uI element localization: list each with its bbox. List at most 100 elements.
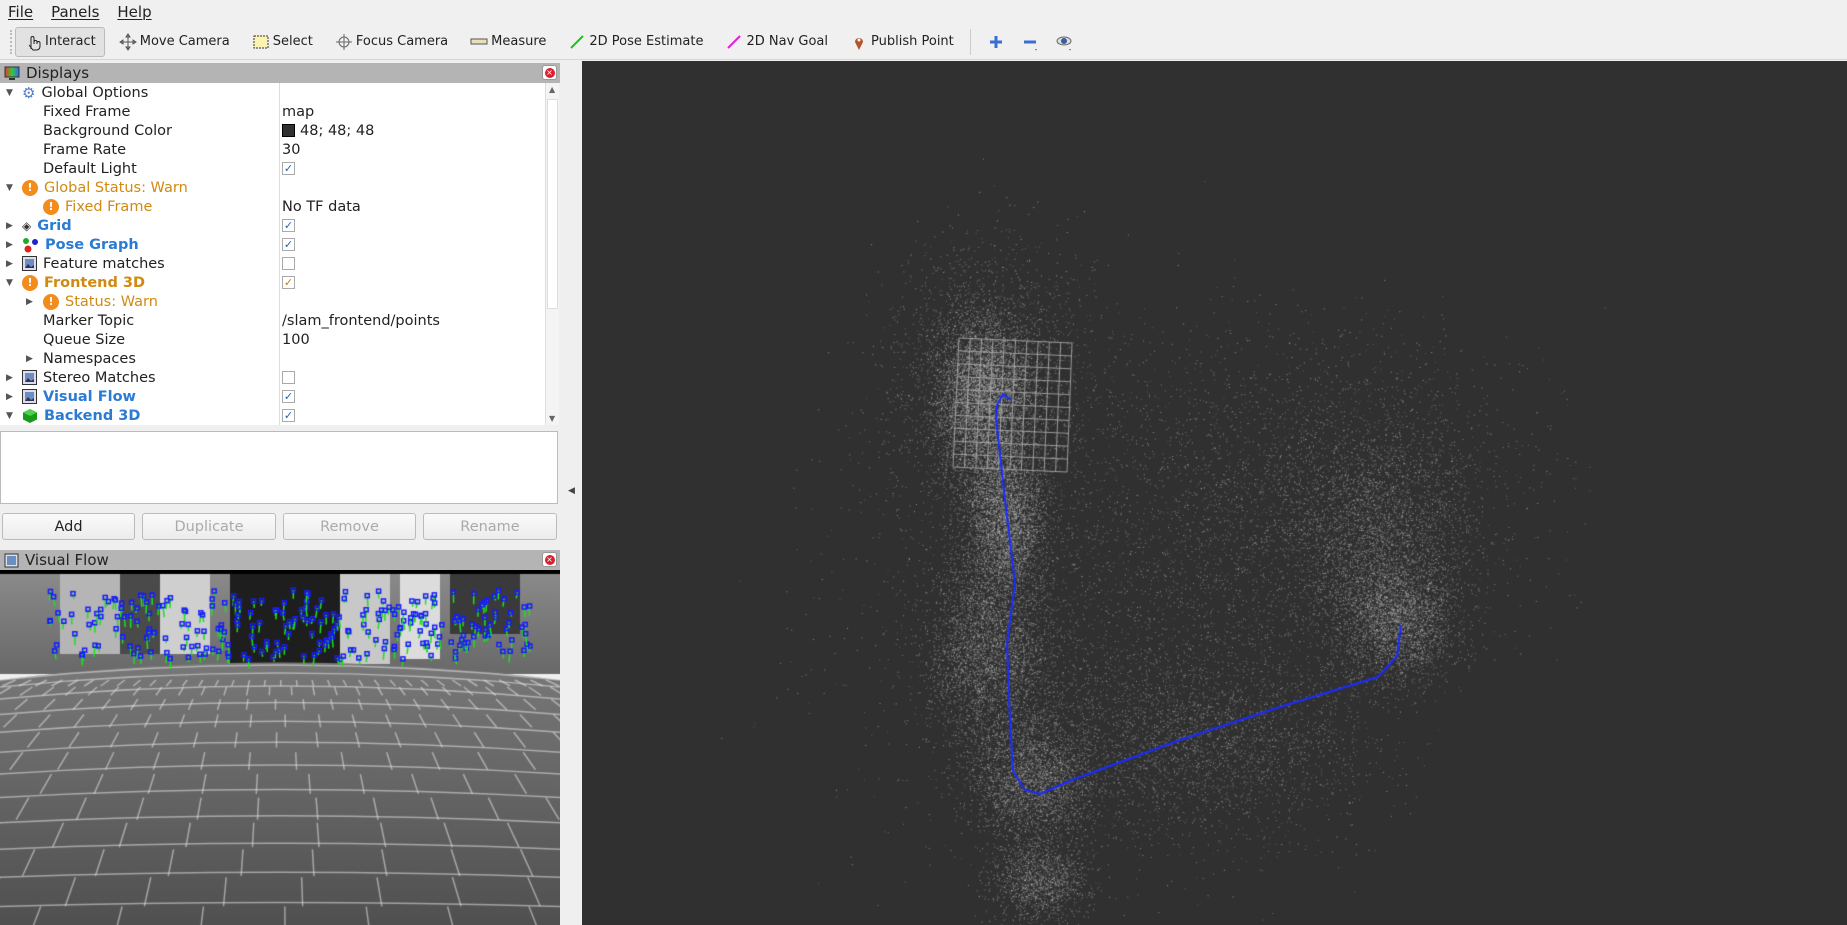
tool-2d-nav-goal[interactable]: 2D Nav Goal xyxy=(717,27,836,57)
close-visual-flow-button[interactable]: × xyxy=(542,552,557,567)
expand-arrow-right-icon[interactable]: ▶ xyxy=(6,259,13,269)
expand-arrow-down-icon[interactable]: ▼ xyxy=(6,411,13,421)
tree-row[interactable]: ▶ Pose Graph ✓ xyxy=(0,235,545,254)
row-label: Queue Size xyxy=(43,331,126,348)
menu-help[interactable]: Help xyxy=(117,3,151,21)
gear-icon: ⚙ xyxy=(22,83,36,102)
monitor-icon xyxy=(4,66,20,80)
row-label: Fixed Frame xyxy=(43,103,131,120)
enable-checkbox[interactable] xyxy=(282,257,295,270)
tree-row[interactable]: Background Color 48; 48; 48 xyxy=(0,121,545,140)
tree-row[interactable]: ▶ Visual Flow ✓ xyxy=(0,387,545,406)
expand-arrow-right-icon[interactable]: ▶ xyxy=(6,373,13,383)
row-value[interactable]: 30 xyxy=(282,142,300,158)
row-label: Background Color xyxy=(43,122,172,139)
row-value[interactable]: 100 xyxy=(282,332,310,348)
tree-row[interactable]: ▶ Feature matches xyxy=(0,254,545,273)
remove-button[interactable]: Remove xyxy=(283,513,416,540)
tool-move-camera[interactable]: Move Camera xyxy=(111,27,238,57)
expand-arrow-right-icon[interactable]: ▶ xyxy=(6,392,13,402)
ruler-icon xyxy=(470,38,488,44)
enable-checkbox[interactable]: ✓ xyxy=(282,162,295,175)
cube-icon xyxy=(23,408,37,423)
eye-icon xyxy=(1056,36,1072,50)
tree-row[interactable]: ▼ ⚙ Global Options xyxy=(0,83,545,102)
add-button[interactable]: Add xyxy=(2,513,135,540)
tree-row[interactable]: ! Fixed Frame No TF data xyxy=(0,197,545,216)
duplicate-button[interactable]: Duplicate xyxy=(142,513,276,540)
select-box-icon xyxy=(253,35,269,48)
enable-checkbox[interactable] xyxy=(282,371,295,384)
tree-row[interactable]: Fixed Frame map xyxy=(0,102,545,121)
displays-tree: ▼ ⚙ Global Options Fixed Frame map Background… xyxy=(0,83,545,425)
enable-checkbox[interactable]: ✓ xyxy=(282,390,295,403)
row-label: Grid xyxy=(37,217,72,234)
image-icon xyxy=(22,256,37,271)
row-label: Marker Topic xyxy=(43,312,135,329)
row-label: Global Status: Warn xyxy=(44,179,188,196)
expand-arrow-right-icon[interactable]: ▶ xyxy=(26,297,33,307)
expand-arrow-right-icon[interactable]: ▶ xyxy=(6,221,13,231)
expand-arrow-down-icon[interactable]: ▼ xyxy=(6,183,13,193)
row-label: Status: Warn xyxy=(65,293,158,310)
panel-splitter[interactable]: ◀ xyxy=(561,61,582,925)
row-value[interactable]: No TF data xyxy=(282,199,361,215)
warning-icon: ! xyxy=(43,198,59,215)
warning-icon: ! xyxy=(43,293,59,310)
tree-row[interactable]: ▶ Stereo Matches xyxy=(0,368,545,387)
tree-row[interactable]: ▼! Frontend 3D ✓ xyxy=(0,273,545,292)
tree-row[interactable]: Frame Rate 30 xyxy=(0,140,545,159)
enable-checkbox[interactable]: ✓ xyxy=(282,409,295,422)
row-label: Frame Rate xyxy=(43,141,127,158)
tree-row[interactable]: Queue Size 100 xyxy=(0,330,545,349)
view-options-button[interactable] xyxy=(1047,27,1081,57)
row-value[interactable]: /slam_frontend/points xyxy=(282,313,440,329)
expand-arrow-down-icon[interactable]: ▼ xyxy=(6,88,13,98)
expand-arrow-down-icon[interactable]: ▼ xyxy=(6,278,13,288)
tool-focus-camera[interactable]: Focus Camera xyxy=(327,27,456,57)
displays-scrollbar[interactable]: ▲ ▼ xyxy=(545,83,559,425)
remove-tool-button[interactable] xyxy=(1013,27,1047,57)
toolbar: Interact Move Camera Select Focus Camera Mea… xyxy=(0,24,1847,60)
tool-measure[interactable]: Measure xyxy=(462,27,554,57)
enable-checkbox[interactable]: ✓ xyxy=(282,219,295,232)
tree-row[interactable]: ▶ Namespaces xyxy=(0,349,545,368)
expand-arrow-right-icon[interactable]: ▶ xyxy=(6,240,13,250)
description-box xyxy=(0,431,558,504)
3d-render-view[interactable] xyxy=(582,61,1847,925)
close-icon: × xyxy=(544,554,555,565)
tree-row[interactable]: ▶! Status: Warn xyxy=(0,292,545,311)
tree-row[interactable]: ▼! Global Status: Warn xyxy=(0,178,545,197)
image-icon xyxy=(4,553,19,567)
tree-row[interactable]: Marker Topic/slam_frontend/points xyxy=(0,311,545,330)
menu-file[interactable]: File xyxy=(8,3,33,21)
visual-flow-title: Visual Flow xyxy=(25,551,109,569)
tree-row[interactable]: Default Light ✓ xyxy=(0,159,545,178)
row-value[interactable]: 48; 48; 48 xyxy=(300,123,374,139)
tool-select[interactable]: Select xyxy=(244,27,321,57)
enable-checkbox[interactable]: ✓ xyxy=(282,238,295,251)
warning-icon: ! xyxy=(22,274,38,291)
image-icon xyxy=(22,370,37,385)
tree-row[interactable]: ▶ ◈ Grid ✓ xyxy=(0,216,545,235)
tool-publish-point[interactable]: Publish Point xyxy=(842,27,962,57)
expand-arrow-right-icon[interactable]: ▶ xyxy=(26,354,33,364)
menu-bar: File Panels Help xyxy=(0,0,1847,24)
enable-checkbox[interactable]: ✓ xyxy=(282,276,295,289)
tree-row[interactable]: ▼ Backend 3D ✓ xyxy=(0,406,545,425)
toolbar-grip xyxy=(10,29,13,54)
green-arrow-icon xyxy=(570,34,585,49)
minus-icon xyxy=(1023,40,1037,50)
add-tool-button[interactable] xyxy=(979,27,1013,57)
close-displays-button[interactable]: × xyxy=(542,65,557,80)
tool-interact[interactable]: Interact xyxy=(15,26,105,57)
color-swatch[interactable] xyxy=(282,124,295,137)
focus-camera-icon xyxy=(335,33,352,50)
row-label: Stereo Matches xyxy=(43,369,156,386)
menu-panels[interactable]: Panels xyxy=(51,3,99,21)
collapse-arrow-icon[interactable]: ◀ xyxy=(568,486,575,496)
visual-flow-panel-header: Visual Flow × xyxy=(0,550,560,570)
tool-2d-pose-estimate[interactable]: 2D Pose Estimate xyxy=(560,27,711,57)
rename-button[interactable]: Rename xyxy=(423,513,557,540)
row-value[interactable]: map xyxy=(282,104,314,120)
